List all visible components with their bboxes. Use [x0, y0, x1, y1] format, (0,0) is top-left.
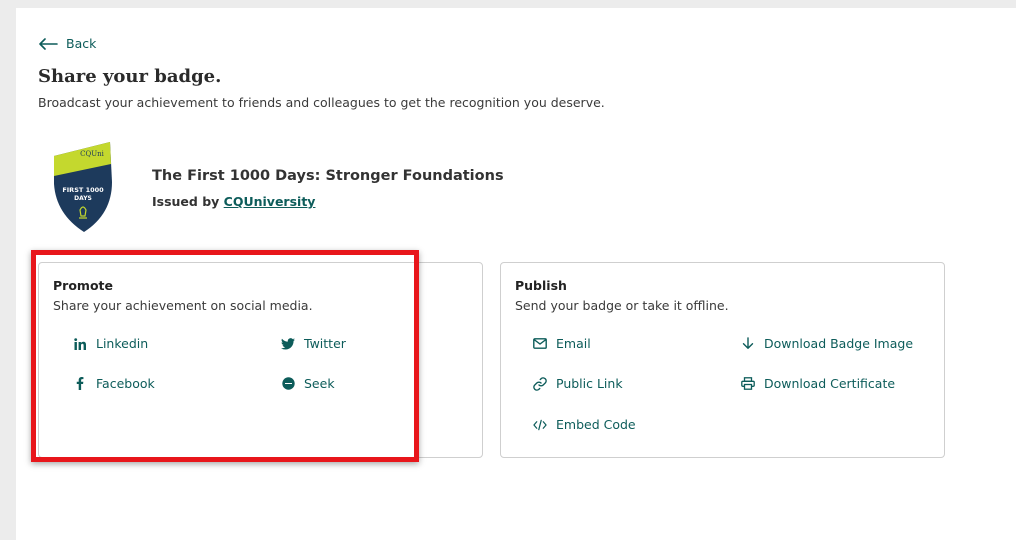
print-icon — [741, 377, 755, 391]
email-button[interactable]: Email — [533, 336, 591, 351]
seek-icon — [281, 377, 295, 391]
promote-card: Promote Share your achievement on social… — [38, 262, 483, 458]
public-link-label: Public Link — [556, 376, 623, 391]
download-badge-image-label: Download Badge Image — [764, 336, 914, 351]
page-subtitle: Broadcast your achievement to friends an… — [38, 95, 605, 110]
facebook-icon — [73, 377, 87, 391]
embed-code-button[interactable]: Embed Code — [533, 417, 636, 432]
promote-title: Promote — [53, 278, 113, 293]
issuer-link[interactable]: CQUniversity — [224, 194, 316, 209]
public-link-button[interactable]: Public Link — [533, 376, 623, 391]
facebook-share-button[interactable]: Facebook — [73, 376, 155, 391]
seek-label: Seek — [304, 376, 335, 391]
code-icon — [533, 418, 547, 432]
facebook-label: Facebook — [96, 376, 155, 391]
page-title: Share your badge. — [38, 66, 222, 87]
embed-code-label: Embed Code — [556, 417, 636, 432]
badge-issuer: Issued by CQUniversity — [152, 194, 315, 209]
download-certificate-button[interactable]: Download Certificate — [741, 376, 895, 391]
publish-card: Publish Send your badge or take it offli… — [500, 262, 945, 458]
publish-description: Send your badge or take it offline. — [515, 298, 729, 313]
link-icon — [533, 376, 547, 391]
badge-image-sub-text: DAYS — [74, 195, 92, 202]
back-label: Back — [66, 36, 97, 51]
arrow-left-icon — [38, 37, 58, 50]
seek-share-button[interactable]: Seek — [281, 376, 335, 391]
twitter-label: Twitter — [304, 336, 346, 351]
promote-description: Share your achievement on social media. — [53, 298, 313, 313]
badge-image-main-text: FIRST 1000 — [62, 186, 104, 194]
linkedin-icon — [73, 337, 87, 351]
back-link[interactable]: Back — [38, 36, 96, 51]
download-badge-image-button[interactable]: Download Badge Image — [741, 336, 913, 351]
twitter-icon — [281, 337, 295, 351]
badge-name: The First 1000 Days: Stronger Foundation… — [152, 168, 504, 184]
email-label: Email — [556, 336, 591, 351]
download-certificate-label: Download Certificate — [764, 376, 896, 391]
badge-image-top-text: CQUni — [80, 150, 105, 158]
linkedin-share-button[interactable]: Linkedin — [73, 336, 148, 351]
issued-prefix: Issued by — [152, 194, 220, 209]
share-badge-page: Back Share your badge. Broadcast your ac… — [16, 8, 1016, 540]
publish-title: Publish — [515, 278, 567, 293]
email-icon — [533, 337, 547, 351]
download-icon — [741, 337, 755, 351]
twitter-share-button[interactable]: Twitter — [281, 336, 346, 351]
linkedin-label: Linkedin — [96, 336, 149, 351]
badge-image: CQUni FIRST 1000 DAYS — [52, 142, 116, 232]
